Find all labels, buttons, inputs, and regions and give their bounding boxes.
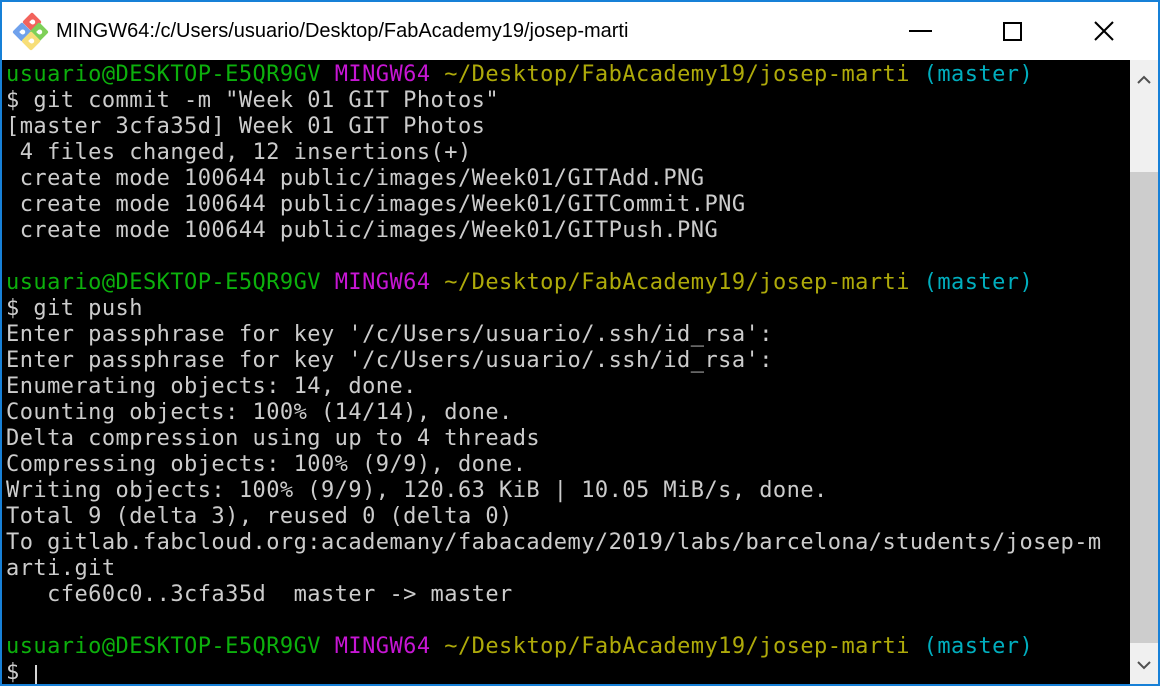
scroll-up-button[interactable] bbox=[1130, 60, 1158, 98]
terminal-text-segment: MINGW64 bbox=[334, 634, 431, 659]
terminal-text-segment: ~/Desktop/FabAcademy19/josep-marti bbox=[444, 270, 910, 295]
terminal-line: arti.git bbox=[6, 556, 1130, 582]
scroll-down-button[interactable] bbox=[1130, 646, 1158, 684]
terminal-line: cfe60c0..3cfa35d master -> master bbox=[6, 582, 1130, 608]
terminal-text-segment: cfe60c0..3cfa35d master -> master bbox=[6, 582, 513, 607]
terminal-text-segment: usuario@DESKTOP-E5QR9GV bbox=[6, 270, 321, 295]
terminal-line: create mode 100644 public/images/Week01/… bbox=[6, 192, 1130, 218]
terminal-text-segment: (master) bbox=[923, 270, 1034, 295]
terminal-text-segment: To gitlab.fabcloud.org:academany/fabacad… bbox=[6, 530, 1102, 555]
window-controls bbox=[874, 2, 1150, 60]
close-button[interactable] bbox=[1058, 2, 1150, 60]
terminal-text-segment: Delta compression using up to 4 threads bbox=[6, 426, 541, 451]
terminal-text-segment: arti.git bbox=[6, 556, 116, 581]
msys2-app-icon[interactable] bbox=[12, 12, 49, 51]
title-bar[interactable]: MINGW64:/c/Users/usuario/Desktop/FabAcad… bbox=[2, 2, 1158, 60]
terminal-text-segment: ~/Desktop/FabAcademy19/josep-marti bbox=[444, 62, 910, 87]
terminal-text-segment: Writing objects: 100% (9/9), 120.63 KiB … bbox=[6, 478, 828, 503]
terminal-text-segment: Counting objects: 100% (14/14), done. bbox=[6, 400, 513, 425]
terminal-text-segment: Total 9 (delta 3), reused 0 (delta 0) bbox=[6, 504, 513, 529]
scrollbar-thumb[interactable] bbox=[1130, 172, 1158, 643]
terminal-text-segment: Enumerating objects: 14, done. bbox=[6, 374, 417, 399]
terminal-line: Enumerating objects: 14, done. bbox=[6, 374, 1130, 400]
terminal-line: Writing objects: 100% (9/9), 120.63 KiB … bbox=[6, 478, 1130, 504]
terminal-text-segment: (master) bbox=[923, 62, 1034, 87]
terminal-cursor bbox=[35, 665, 38, 684]
terminal-text-segment: Enter passphrase for key '/c/Users/usuar… bbox=[6, 322, 773, 347]
terminal-text-segment: $ git push bbox=[6, 296, 143, 321]
maximize-button[interactable] bbox=[966, 2, 1058, 60]
terminal-output: usuario@DESKTOP-E5QR9GV MINGW64 ~/Deskto… bbox=[2, 60, 1130, 684]
terminal-text-segment: [master 3cfa35d] Week 01 GIT Photos bbox=[6, 114, 486, 139]
terminal-text-segment: 4 files changed, 12 insertions(+) bbox=[6, 140, 472, 165]
scrollbar[interactable] bbox=[1130, 60, 1158, 684]
chevron-up-icon bbox=[1137, 75, 1151, 84]
terminal-line: $ git push bbox=[6, 296, 1130, 322]
terminal-text-segment: MINGW64 bbox=[334, 270, 431, 295]
terminal-line: Counting objects: 100% (14/14), done. bbox=[6, 400, 1130, 426]
terminal-text-segment: create mode 100644 public/images/Week01/… bbox=[6, 166, 705, 191]
minimize-button[interactable] bbox=[874, 2, 966, 60]
terminal-pane[interactable]: usuario@DESKTOP-E5QR9GV MINGW64 ~/Deskto… bbox=[2, 60, 1158, 684]
terminal-text-segment: $ git commit -m "Week 01 GIT Photos" bbox=[6, 88, 500, 113]
terminal-text-segment: Compressing objects: 100% (9/9), done. bbox=[6, 452, 527, 477]
terminal-text-segment: $ bbox=[6, 660, 34, 684]
terminal-text-segment: usuario@DESKTOP-E5QR9GV bbox=[6, 634, 321, 659]
chevron-down-icon bbox=[1137, 660, 1151, 669]
terminal-text-segment: Enter passphrase for key '/c/Users/usuar… bbox=[6, 348, 773, 373]
terminal-window: MINGW64:/c/Users/usuario/Desktop/FabAcad… bbox=[0, 0, 1160, 686]
terminal-line: Compressing objects: 100% (9/9), done. bbox=[6, 452, 1130, 478]
terminal-line: To gitlab.fabcloud.org:academany/fabacad… bbox=[6, 530, 1130, 556]
terminal-text-segment: create mode 100644 public/images/Week01/… bbox=[6, 218, 719, 243]
terminal-line: usuario@DESKTOP-E5QR9GV MINGW64 ~/Deskto… bbox=[6, 270, 1130, 296]
terminal-line: Enter passphrase for key '/c/Users/usuar… bbox=[6, 348, 1130, 374]
terminal-text-segment: MINGW64 bbox=[334, 62, 431, 87]
maximize-icon bbox=[1002, 21, 1022, 41]
terminal-line: $ git commit -m "Week 01 GIT Photos" bbox=[6, 88, 1130, 114]
terminal-text-segment: (master) bbox=[923, 634, 1034, 659]
terminal-line: Total 9 (delta 3), reused 0 (delta 0) bbox=[6, 504, 1130, 530]
terminal-text-segment: create mode 100644 public/images/Week01/… bbox=[6, 192, 746, 217]
terminal-line: $ bbox=[6, 660, 1130, 684]
terminal-line: usuario@DESKTOP-E5QR9GV MINGW64 ~/Deskto… bbox=[6, 634, 1130, 660]
terminal-text-segment: usuario@DESKTOP-E5QR9GV bbox=[6, 62, 321, 87]
terminal-line: Enter passphrase for key '/c/Users/usuar… bbox=[6, 322, 1130, 348]
terminal-line: create mode 100644 public/images/Week01/… bbox=[6, 166, 1130, 192]
close-icon bbox=[1094, 21, 1114, 41]
terminal-line: Delta compression using up to 4 threads bbox=[6, 426, 1130, 452]
terminal-line: create mode 100644 public/images/Week01/… bbox=[6, 218, 1130, 244]
terminal-line: 4 files changed, 12 insertions(+) bbox=[6, 140, 1130, 166]
terminal-text-segment: ~/Desktop/FabAcademy19/josep-marti bbox=[444, 634, 910, 659]
minimize-icon bbox=[908, 30, 932, 32]
terminal-line: usuario@DESKTOP-E5QR9GV MINGW64 ~/Deskto… bbox=[6, 62, 1130, 88]
window-title: MINGW64:/c/Users/usuario/Desktop/FabAcad… bbox=[56, 19, 629, 42]
terminal-line: [master 3cfa35d] Week 01 GIT Photos bbox=[6, 114, 1130, 140]
